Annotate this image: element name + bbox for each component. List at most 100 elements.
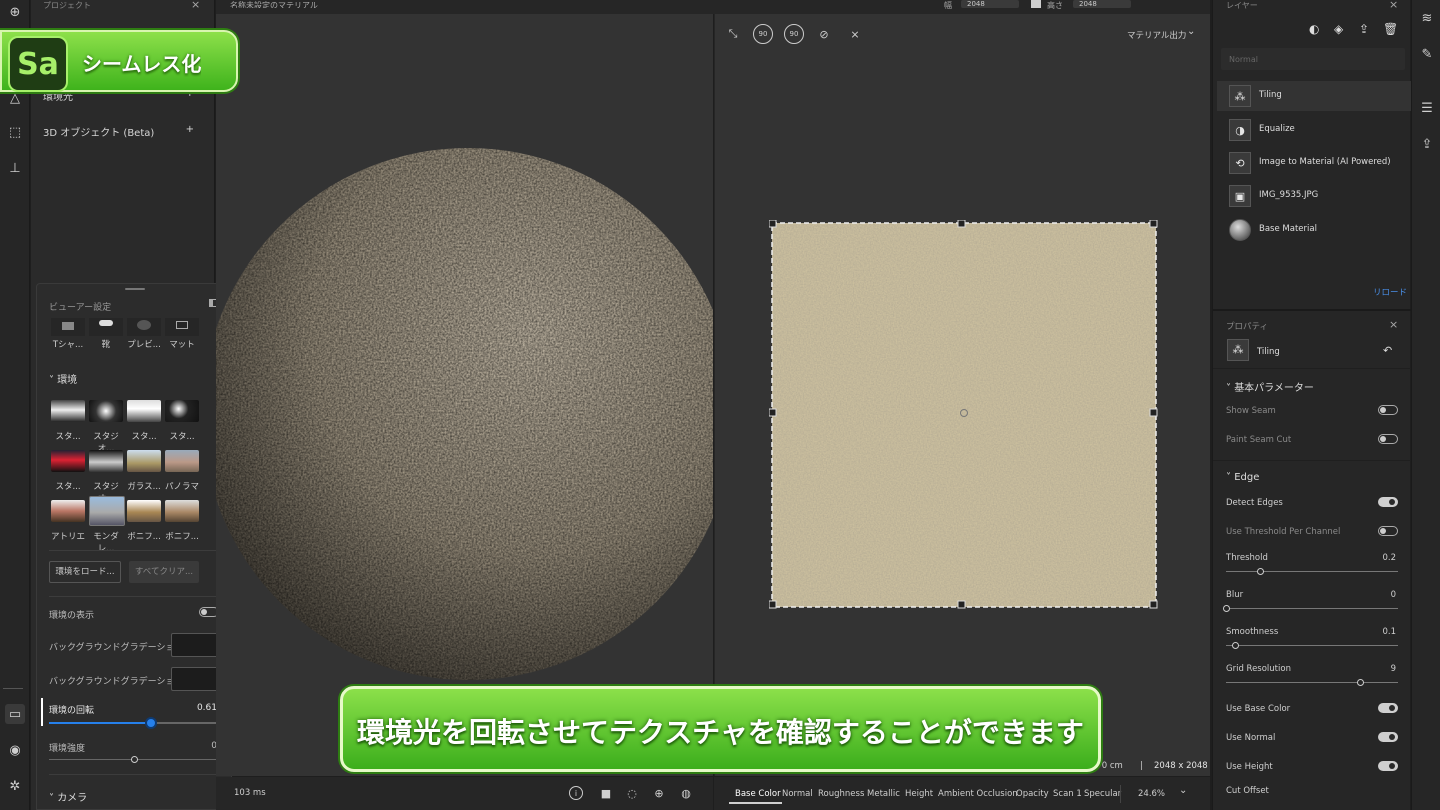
intensity-slider[interactable] xyxy=(49,756,217,763)
viewer-settings-icon[interactable]: ▭ xyxy=(5,704,25,724)
light-rotate-icon[interactable]: ◌ xyxy=(622,783,642,803)
env-thumb[interactable] xyxy=(165,450,199,472)
env-thumb[interactable] xyxy=(89,400,123,422)
env-thumb[interactable] xyxy=(127,450,161,472)
use-normal-toggle[interactable] xyxy=(1378,732,1398,742)
channel-tab-normal[interactable]: Normal xyxy=(782,789,813,799)
lighting-icon[interactable]: ◉ xyxy=(5,740,25,760)
channel-tab-ambient-occlusion[interactable]: Ambient Occlusion xyxy=(938,789,1018,799)
layer-item[interactable]: ⟲ Image to Material (AI Powered) xyxy=(1217,148,1411,178)
fit-icon[interactable]: ⤡ xyxy=(723,24,743,44)
env-thumb[interactable] xyxy=(127,500,161,522)
crop-icon[interactable]: ⨯ xyxy=(845,24,865,44)
intensity-knob[interactable] xyxy=(131,756,138,763)
properties-icon[interactable]: ☰ xyxy=(1417,98,1437,118)
env-thumb[interactable] xyxy=(51,400,85,422)
threshold-slider[interactable] xyxy=(1226,568,1398,575)
brush-icon[interactable]: ✎ xyxy=(1417,44,1437,64)
zoom-level[interactable]: 24.6% xyxy=(1138,789,1165,799)
share-icon[interactable]: ⇪ xyxy=(1417,134,1437,154)
reset-icon[interactable]: ↶ xyxy=(1383,344,1392,357)
env-thumb[interactable] xyxy=(165,400,199,422)
bg-top-color-swatch[interactable] xyxy=(171,633,219,657)
tshirt-shape[interactable] xyxy=(51,318,85,336)
texture-canvas[interactable] xyxy=(769,220,1169,620)
info-icon[interactable]: i xyxy=(569,786,583,800)
env-thumb[interactable] xyxy=(89,450,123,472)
export-icon[interactable]: ⇪ xyxy=(1359,22,1369,36)
chevron-down-icon[interactable]: ⌄ xyxy=(1179,785,1187,796)
popover-title: ビューアー設定 xyxy=(49,303,112,313)
add-icon[interactable]: + xyxy=(186,124,194,139)
load-environment-button[interactable]: 環境をロード... xyxy=(49,561,121,583)
rotate-left-90-icon[interactable]: 90 xyxy=(753,24,773,44)
rotation-slider[interactable] xyxy=(49,717,217,729)
paint-seam-cut-toggle[interactable] xyxy=(1378,434,1398,444)
use-base-color-toggle[interactable] xyxy=(1378,703,1398,713)
env-thumb[interactable] xyxy=(51,450,85,472)
layer-item[interactable]: ⁂ Tiling xyxy=(1217,81,1411,111)
sphere-view-icon[interactable]: ◍ xyxy=(676,783,696,803)
stamp-icon[interactable]: ⊥ xyxy=(5,158,25,178)
trash-icon[interactable]: 🗑 xyxy=(1383,22,1398,36)
smoothness-slider[interactable] xyxy=(1226,642,1398,649)
mask-icon[interactable]: ◐ xyxy=(1309,22,1319,36)
height-field[interactable]: 2048 xyxy=(1073,0,1131,8)
settings-icon[interactable]: ✲ xyxy=(5,776,25,796)
rotate-right-90-icon[interactable]: 90 xyxy=(784,24,804,44)
grid-resolution-slider[interactable] xyxy=(1226,679,1398,686)
blur-knob[interactable] xyxy=(1223,605,1230,612)
adjustments-icon[interactable]: ≋ xyxy=(1417,8,1437,28)
chevron-down-icon[interactable]: ⌄ xyxy=(1187,26,1195,37)
clear-all-button[interactable]: すべてクリア... xyxy=(129,561,199,583)
shoe-shape[interactable] xyxy=(89,318,123,336)
edge-header[interactable]: ˅ Edge xyxy=(1226,472,1259,483)
blend-mode-select[interactable]: Normal xyxy=(1221,48,1405,70)
channel-tab-scan-1[interactable]: Scan 1 xyxy=(1053,789,1082,799)
use-threshold-toggle[interactable] xyxy=(1378,526,1398,536)
reset-rotation-icon[interactable]: ⊘ xyxy=(814,24,834,44)
3d-viewport[interactable] xyxy=(216,14,713,776)
close-icon[interactable]: × xyxy=(1389,318,1398,331)
channel-tab-opacity[interactable]: Opacity xyxy=(1016,789,1049,799)
2d-viewport[interactable]: ⤡ 90 90 ⊘ ⨯ マテリアル出力 ⌄ xyxy=(714,14,1210,776)
basic-params-header[interactable]: ˅ 基本パラメーター xyxy=(1226,379,1314,394)
channel-tab-specular[interactable]: Specular xyxy=(1084,789,1121,799)
channel-tab-roughness[interactable]: Roughness xyxy=(818,789,864,799)
close-icon[interactable]: × xyxy=(191,0,200,11)
drag-handle[interactable] xyxy=(125,288,145,290)
environment-header[interactable]: ˅ 環境 xyxy=(49,371,77,386)
env-thumb-selected[interactable] xyxy=(89,496,125,526)
globe-icon[interactable]: ⊕ xyxy=(649,783,669,803)
layer-item[interactable]: ▣ IMG_9535.JPG xyxy=(1217,181,1411,211)
channel-tab-height[interactable]: Height xyxy=(905,789,933,799)
close-icon[interactable]: × xyxy=(1389,0,1398,11)
channel-tab-metallic[interactable]: Metallic xyxy=(867,789,900,799)
reload-link[interactable]: リロード xyxy=(1373,286,1407,298)
3d-object-row[interactable]: 3D オブジェクト (Beta) + xyxy=(43,124,194,139)
blur-slider[interactable] xyxy=(1223,605,1398,612)
add-icon[interactable]: ⊕ xyxy=(5,2,25,22)
camera-header[interactable]: ˅ カメラ xyxy=(49,789,87,804)
use-base-color-label: Use Base Color xyxy=(1226,704,1291,714)
link-ratio-icon[interactable] xyxy=(1031,0,1041,8)
layer-item[interactable]: ◑ Equalize xyxy=(1217,115,1411,145)
rotation-knob[interactable] xyxy=(145,717,158,729)
width-field[interactable]: 2048 xyxy=(961,0,1019,8)
env-thumb[interactable] xyxy=(51,500,85,522)
preview-shape[interactable] xyxy=(127,318,161,336)
detect-edges-toggle[interactable] xyxy=(1378,497,1398,507)
mat-shape[interactable] xyxy=(165,318,199,336)
bg-bottom-color-swatch[interactable] xyxy=(171,667,219,691)
smoothness-knob[interactable] xyxy=(1231,642,1239,649)
transform-icon[interactable]: ⬚ xyxy=(5,122,25,142)
env-thumb[interactable] xyxy=(165,500,199,522)
material-output-dropdown[interactable]: マテリアル出力 xyxy=(1127,29,1186,41)
camera-icon[interactable]: ■ xyxy=(596,783,616,803)
use-height-toggle[interactable] xyxy=(1378,761,1398,771)
env-thumb[interactable] xyxy=(127,400,161,422)
layer-item[interactable]: Base Material xyxy=(1217,215,1411,245)
channel-tab-base-color[interactable]: Base Color xyxy=(735,789,781,799)
show-seam-toggle[interactable] xyxy=(1378,405,1398,415)
fill-icon[interactable]: ◈ xyxy=(1334,22,1343,36)
